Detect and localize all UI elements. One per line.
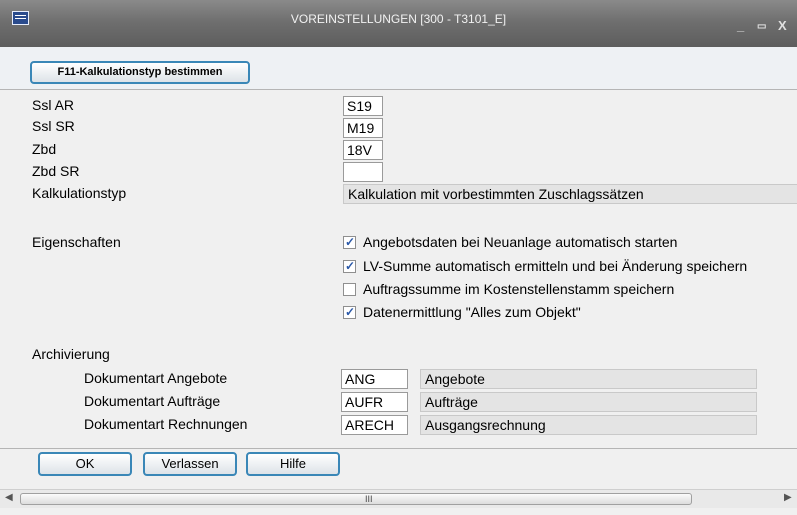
scroll-left-icon[interactable]: ◀: [5, 492, 13, 503]
checkbox[interactable]: [343, 305, 356, 319]
horizontal-scrollbar[interactable]: ◀ III ▶: [0, 489, 797, 508]
checkbox[interactable]: [343, 235, 356, 249]
ssl-sr-label: Ssl SR: [32, 118, 75, 134]
preferences-window: VOREINSTELLUNGEN [300 - T3101_E] _ ▭ X F…: [0, 0, 797, 515]
doc-type-invoices-label: Dokumentart Rechnungen: [84, 416, 248, 432]
option-label: LV-Summe automatisch ermitteln und bei Ä…: [363, 258, 748, 274]
minimize-icon[interactable]: _: [737, 18, 744, 33]
checkbox[interactable]: [343, 283, 356, 296]
scroll-grip-icon: III: [365, 494, 373, 504]
ok-button[interactable]: OK: [38, 452, 132, 476]
doc-type-offers-description: Angebote: [420, 369, 757, 389]
title-bar[interactable]: VOREINSTELLUNGEN [300 - T3101_E] _ ▭ X: [0, 0, 797, 47]
ssl-sr-field[interactable]: M19: [343, 118, 383, 138]
archiving-label: Archivierung: [32, 346, 110, 362]
ssl-ar-label: Ssl AR: [32, 97, 75, 113]
option-label: Datenermittlung "Alles zum Objekt": [363, 304, 581, 320]
maximize-icon[interactable]: ▭: [757, 21, 766, 32]
zbd-field[interactable]: 18V: [343, 140, 383, 160]
doc-type-orders-description: Aufträge: [420, 392, 757, 412]
option-label: Angebotsdaten bei Neuanlage automatisch …: [363, 234, 678, 250]
doc-type-invoices-description: Ausgangsrechnung: [420, 415, 757, 435]
doc-type-offers-code[interactable]: ANG: [341, 369, 408, 389]
zbd-sr-field[interactable]: [343, 162, 383, 182]
properties-label: Eigenschaften: [32, 234, 121, 250]
calculation-type-value: Kalkulation mit vorbestimmten Zuschlagss…: [343, 184, 797, 204]
help-button[interactable]: Hilfe: [246, 452, 340, 476]
doc-type-offers-label: Dokumentart Angebote: [84, 370, 228, 386]
exit-button[interactable]: Verlassen: [143, 452, 237, 476]
doc-type-orders-label: Dokumentart Aufträge: [84, 393, 221, 409]
calculation-type-label: Kalkulationstyp: [32, 185, 127, 201]
checkbox[interactable]: [343, 259, 356, 273]
ssl-ar-field[interactable]: S19: [343, 96, 383, 116]
scroll-thumb[interactable]: III: [20, 493, 692, 505]
doc-type-orders-code[interactable]: AUFR: [341, 392, 408, 412]
determine-calculation-type-button[interactable]: F11-Kalkulationstyp bestimmen: [30, 61, 250, 84]
doc-type-invoices-code[interactable]: ARECH: [341, 415, 408, 435]
zbd-label: Zbd: [32, 141, 57, 157]
window-title: VOREINSTELLUNGEN [300 - T3101_E]: [290, 12, 507, 26]
close-icon[interactable]: X: [778, 18, 787, 33]
option-label: Auftragssumme im Kostenstellenstamm spei…: [363, 281, 675, 297]
zbd-sr-label: Zbd SR: [32, 163, 80, 179]
scroll-right-icon[interactable]: ▶: [784, 492, 792, 503]
